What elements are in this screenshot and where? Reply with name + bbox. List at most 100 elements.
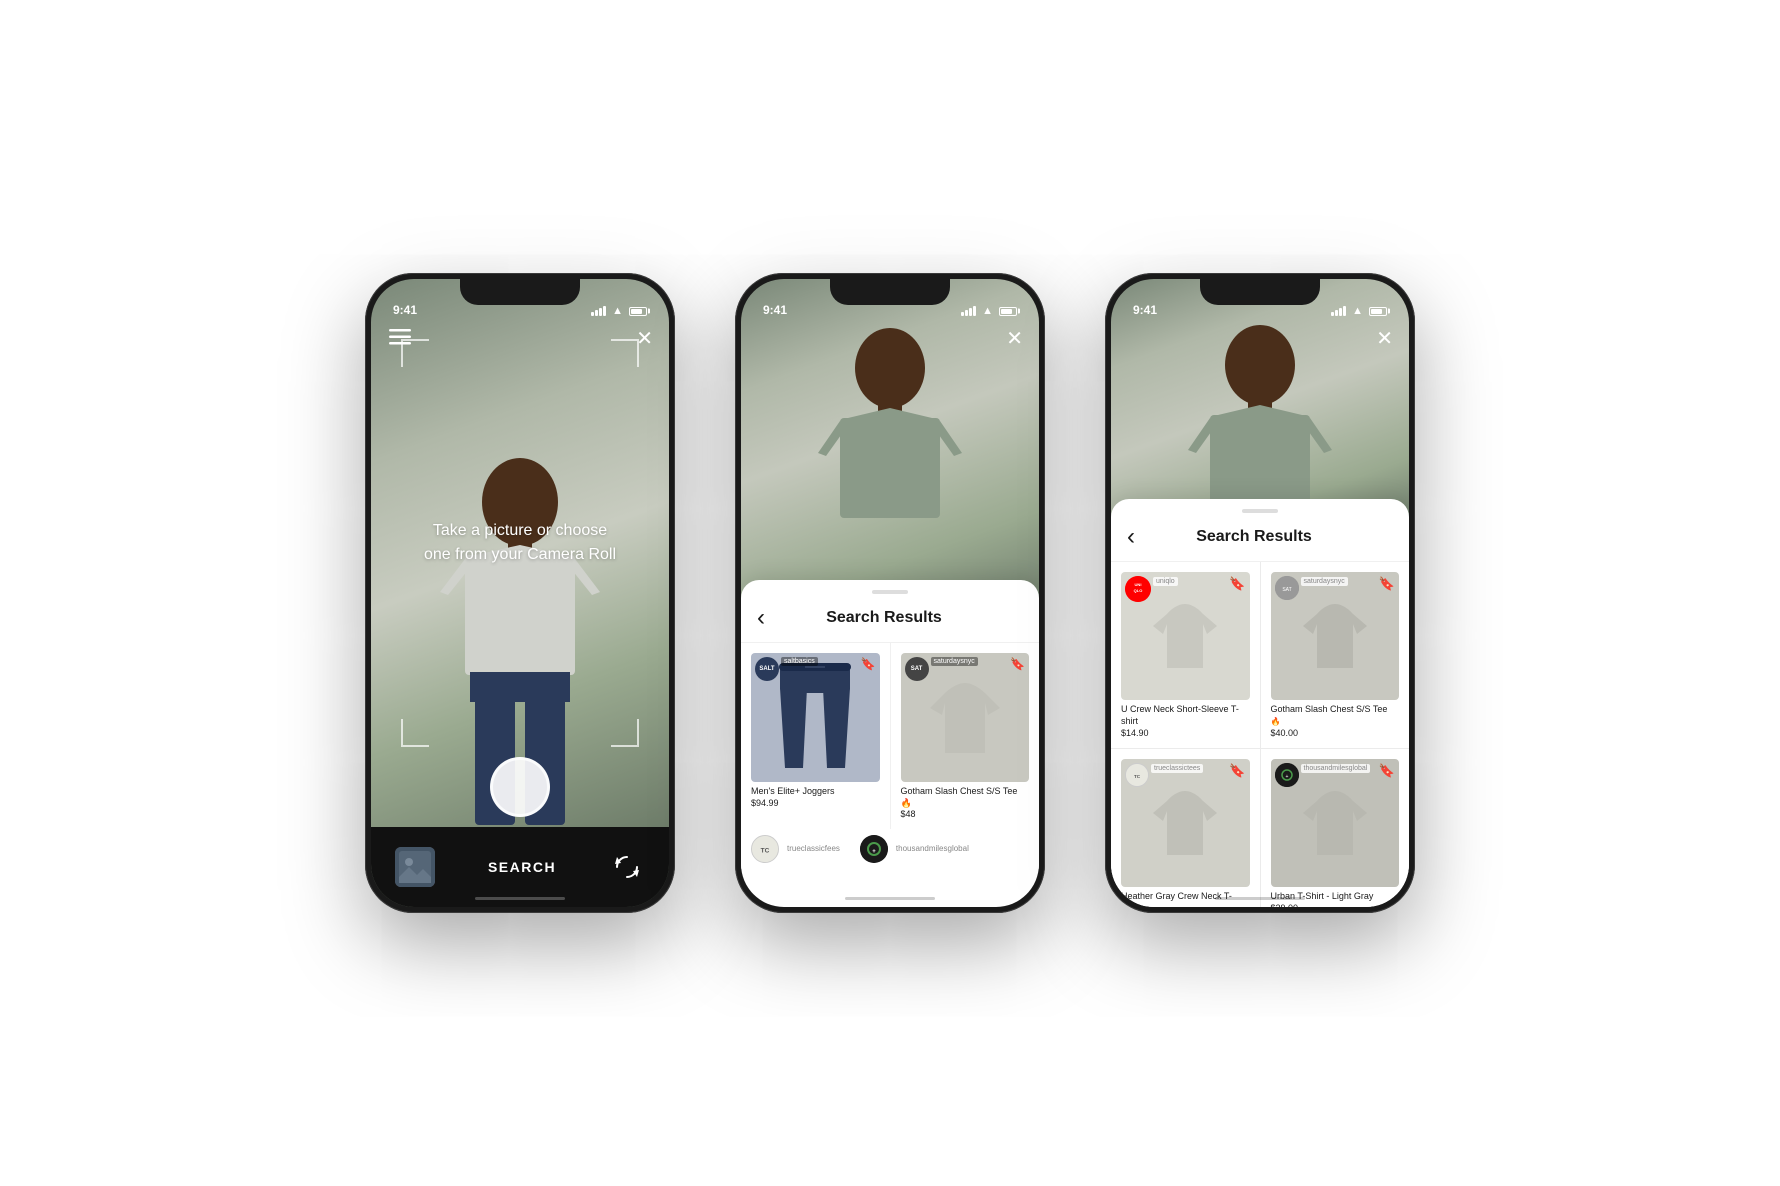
svg-text:QLO: QLO [1134,588,1143,593]
phone2-time: 9:41 [763,303,787,317]
phone1-inner: 9:41 ▲ [371,279,669,907]
phone2-wrapper: 9:41 ▲ ✕ ‹ Search Results [735,273,1045,913]
trueclassic-logo: TC [752,835,778,863]
product-image-uniqlo: UNI QLO uniqlo 🔖 [1121,572,1250,701]
trueclassic-badge: TC [1125,763,1149,787]
signal-icon-3 [1331,306,1346,316]
hamburger-icon [389,329,411,345]
product-name-saturdays: Gotham Slash Chest S/S Tee 🔥 [1271,704,1400,727]
product-info-joggers: Men's Elite+ Joggers $94.99 [751,786,880,808]
product-price-joggers: $94.99 [751,798,835,808]
sheet-title-2: Search Results [773,609,995,627]
tshirt-uniqlo [1145,596,1225,676]
more-sellers-row: TC trueclassicfees + thousandmilesglobal [741,829,1039,869]
tshirt-thousand [1295,783,1375,863]
product-card-saturdays[interactable]: SAT saturdaysnyc 🔖 Gotham Slash Chest S/… [1261,562,1410,748]
phone3-wrapper: 9:41 ▲ ✕ ‹ Search Results [1105,273,1415,913]
tshirt-image-2 [920,673,1010,763]
wifi-icon: ▲ [612,305,623,317]
search-results-sheet-3: ‹ Search Results UNI QLO [1111,499,1409,907]
phone3-notch [1200,279,1320,305]
tshirt-saturdays [1295,596,1375,676]
gallery-thumbnail[interactable] [395,847,435,887]
camera-bottom-bar: SEARCH [371,827,669,907]
product-image-trueclassic: TC trueclassictees 🔖 [1121,759,1250,888]
phone1: 9:41 ▲ [365,273,675,913]
product-info-saturdays: Gotham Slash Chest S/S Tee 🔥 $40.00 [1271,704,1400,737]
product-card-thousand[interactable]: + thousandmilesglobal 🔖 Urban T-Shirt - … [1261,749,1410,907]
product-price-saturdays: $40.00 [1271,728,1400,738]
saturdays-seller-name: saturdaysnyc [1301,577,1348,586]
person-figure-2 [800,323,980,603]
phone2-status-icons: ▲ [961,305,1017,317]
phone3-inner: 9:41 ▲ ✕ ‹ Search Results [1111,279,1409,907]
phone1-status-icons: ▲ [591,305,647,317]
corner-bracket-tr [611,339,639,367]
thousand-logo-badge: + [1275,763,1299,787]
home-indicator-1 [475,897,565,900]
search-results-sheet-2: ‹ Search Results SALT saltbasics [741,580,1039,907]
back-button-2[interactable]: ‹ [757,604,765,632]
battery-icon-3 [1369,307,1387,316]
corner-bracket-br [611,719,639,747]
home-indicator-3 [1215,897,1305,900]
product-image-thousand: + thousandmilesglobal 🔖 [1271,759,1400,888]
product-image-joggers: SALT saltbasics [751,653,880,782]
phone3-status-icons: ▲ [1331,305,1387,317]
product-card-trueclassic[interactable]: TC trueclassictees 🔖 Heather Gray Crew N… [1111,749,1260,907]
seller-badge-sat2: SAT [905,657,929,681]
product-name-joggers: Men's Elite+ Joggers [751,786,835,798]
sheet-header-2: ‹ Search Results [741,594,1039,643]
bookmark-uniqlo[interactable]: 🔖 [1229,576,1245,592]
close-button-2[interactable]: ✕ [1006,329,1023,349]
bookmark-thousand[interactable]: 🔖 [1379,763,1395,779]
trueclassic-logo-badge: TC [1126,763,1148,787]
camera-flip-button[interactable] [609,849,645,885]
back-button-3[interactable]: ‹ [1127,523,1135,551]
sheet-header-3: ‹ Search Results [1111,513,1409,562]
tshirt-trueclassic [1145,783,1225,863]
flip-camera-icon [613,853,641,881]
bookmark-saturdays[interactable]: 🔖 [1379,576,1395,592]
close-button-3[interactable]: ✕ [1376,329,1393,349]
products-grid-2: SALT saltbasics [741,643,1039,829]
product-price-uniqlo: $14.90 [1121,728,1250,738]
phone2-notch [830,279,950,305]
close-button-1[interactable]: ✕ [636,329,653,349]
phone2-inner: 9:41 ▲ ✕ ‹ Search Results [741,279,1039,907]
battery-icon-2 [999,307,1017,316]
product-info-uniqlo: U Crew Neck Short-Sleeve T-shirt $14.90 [1121,704,1250,737]
saturdays-logo: SAT [1275,576,1299,600]
wifi-icon-2: ▲ [982,305,993,317]
search-label: SEARCH [488,859,556,875]
bookmark-joggers[interactable]: 🔖 [861,657,876,671]
uniqlo-seller-name: uniqlo [1153,577,1178,586]
bookmark-tee2[interactable]: 🔖 [1010,657,1025,671]
product-card-joggers[interactable]: SALT saltbasics [741,643,890,829]
product-price-tee2: $48 [901,809,1030,819]
product-card-uniqlo[interactable]: UNI QLO uniqlo 🔖 U Crew Neck Short [1111,562,1260,748]
corner-bracket-bl [401,719,429,747]
svg-text:SAT: SAT [1282,587,1291,593]
seller-name-sat2: saturdaysnyc [931,657,978,666]
signal-icon [591,306,606,316]
seller-label-thousand: thousandmilesglobal [896,835,969,863]
sheet-title-3: Search Results [1143,528,1365,546]
uniqlo-logo: UNI QLO [1125,576,1151,602]
uniqlo-badge: UNI QLO [1125,576,1151,602]
thousand-logo: + [860,835,888,863]
seller-avatar-thousand: + [860,835,888,863]
product-price-thousand: $29.00 [1271,903,1400,907]
gallery-icon [395,847,435,887]
bookmark-trueclassic[interactable]: 🔖 [1229,763,1245,779]
shutter-button[interactable] [490,757,550,817]
product-name-uniqlo: U Crew Neck Short-Sleeve T-shirt [1121,704,1250,727]
trueclassic-seller-name: trueclassictees [1151,764,1203,773]
svg-text:+: + [1285,774,1288,780]
seller-label-true: trueclassicfees [787,835,840,863]
thousand-badge: + [1275,763,1299,787]
product-card-tee2[interactable]: SAT saturdaysnyc 🔖 Gotham Slash Chest S/… [891,643,1040,829]
menu-icon[interactable] [389,329,411,350]
svg-text:TC: TC [1134,773,1141,778]
wifi-icon-3: ▲ [1352,305,1363,317]
